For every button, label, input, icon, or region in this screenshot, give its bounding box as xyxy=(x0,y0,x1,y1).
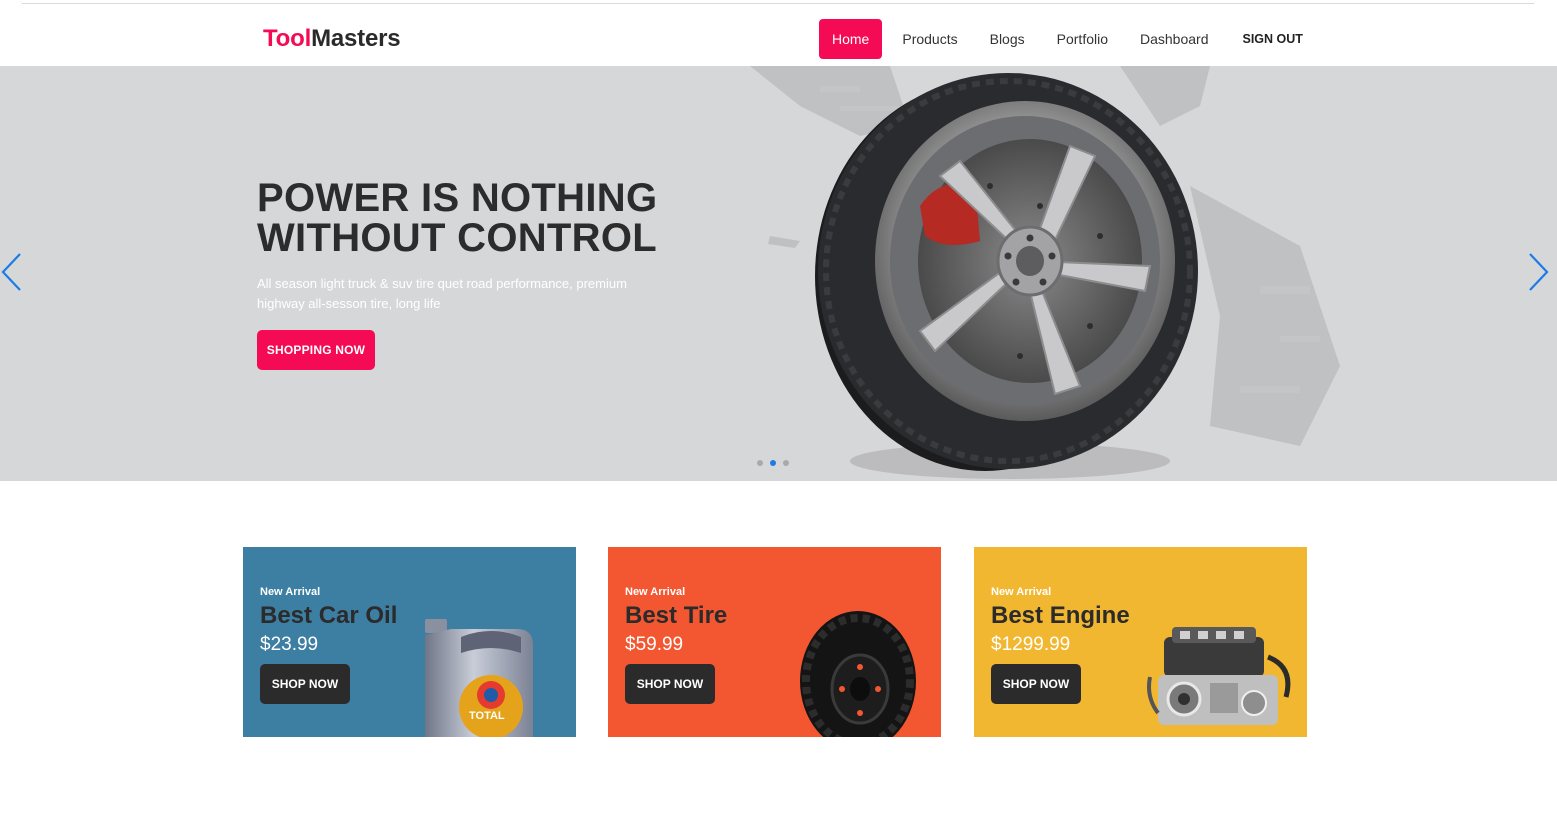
svg-text:TOTAL: TOTAL xyxy=(469,710,505,722)
nav-portfolio[interactable]: Portfolio xyxy=(1041,19,1124,59)
car-engine-image xyxy=(1147,627,1291,725)
tire-image xyxy=(800,611,916,737)
card-title: Best Engine xyxy=(991,602,1130,629)
brand-logo-part1: Tool xyxy=(263,25,312,52)
carousel-prev-button[interactable] xyxy=(0,252,24,292)
shopping-now-button[interactable]: SHOPPING NOW xyxy=(257,330,375,370)
card-price: $59.99 xyxy=(625,634,684,655)
card-title: Best Car Oil xyxy=(260,602,398,629)
chevron-left-icon xyxy=(1,253,21,291)
hero-title-line1: POWER IS NOTHING xyxy=(257,176,658,220)
main-nav: Home Products Blogs Portfolio Dashboard … xyxy=(819,19,1319,59)
nav-dashboard[interactable]: Dashboard xyxy=(1124,19,1225,59)
shop-now-button[interactable]: SHOP NOW xyxy=(625,664,715,704)
card-price: $1299.99 xyxy=(991,634,1071,655)
brand-logo-part2: Masters xyxy=(311,25,401,52)
card-title: Best Tire xyxy=(625,602,728,629)
carousel-dot-1[interactable] xyxy=(757,460,763,466)
nav-sign-out[interactable]: SIGN OUT xyxy=(1227,19,1319,59)
hero-subtitle: All season light truck & suv tire quet r… xyxy=(257,276,627,311)
carousel-dot-3[interactable] xyxy=(783,460,789,466)
hero-title-line2: WITHOUT CONTROL xyxy=(257,216,657,260)
shop-now-button[interactable]: SHOP NOW xyxy=(260,664,350,704)
carousel-next-button[interactable] xyxy=(1526,252,1550,292)
card-car-oil: New Arrival Best Car Oil $23.99 SHOP NOW… xyxy=(243,547,576,737)
hero-carousel: POWER IS NOTHING WITHOUT CONTROL All sea… xyxy=(0,66,1557,481)
brand-logo[interactable]: ToolMasters xyxy=(263,25,401,53)
chevron-right-icon xyxy=(1529,253,1549,291)
hero-title: POWER IS NOTHING WITHOUT CONTROL xyxy=(257,178,717,258)
nav-home[interactable]: Home xyxy=(819,19,883,59)
nav-products[interactable]: Products xyxy=(886,19,973,59)
card-tag: New Arrival xyxy=(260,586,321,598)
shop-now-button[interactable]: SHOP NOW xyxy=(991,664,1081,704)
hero-wheel-image xyxy=(740,66,1360,481)
carousel-indicators xyxy=(757,460,789,466)
carousel-dot-2[interactable] xyxy=(770,460,776,466)
navbar: ToolMasters Home Products Blogs Portfoli… xyxy=(0,4,1557,66)
product-cards: New Arrival Best Car Oil $23.99 SHOP NOW… xyxy=(243,547,1307,737)
card-engine: New Arrival Best Engine $1299.99 SHOP NO… xyxy=(974,547,1307,737)
card-tire: New Arrival Best Tire $59.99 SHOP NOW xyxy=(608,547,941,737)
card-tag: New Arrival xyxy=(991,586,1052,598)
nav-blogs[interactable]: Blogs xyxy=(974,19,1041,59)
card-tag: New Arrival xyxy=(625,586,686,598)
motor-oil-can-image: TOTAL xyxy=(425,619,533,737)
card-price: $23.99 xyxy=(260,634,319,655)
